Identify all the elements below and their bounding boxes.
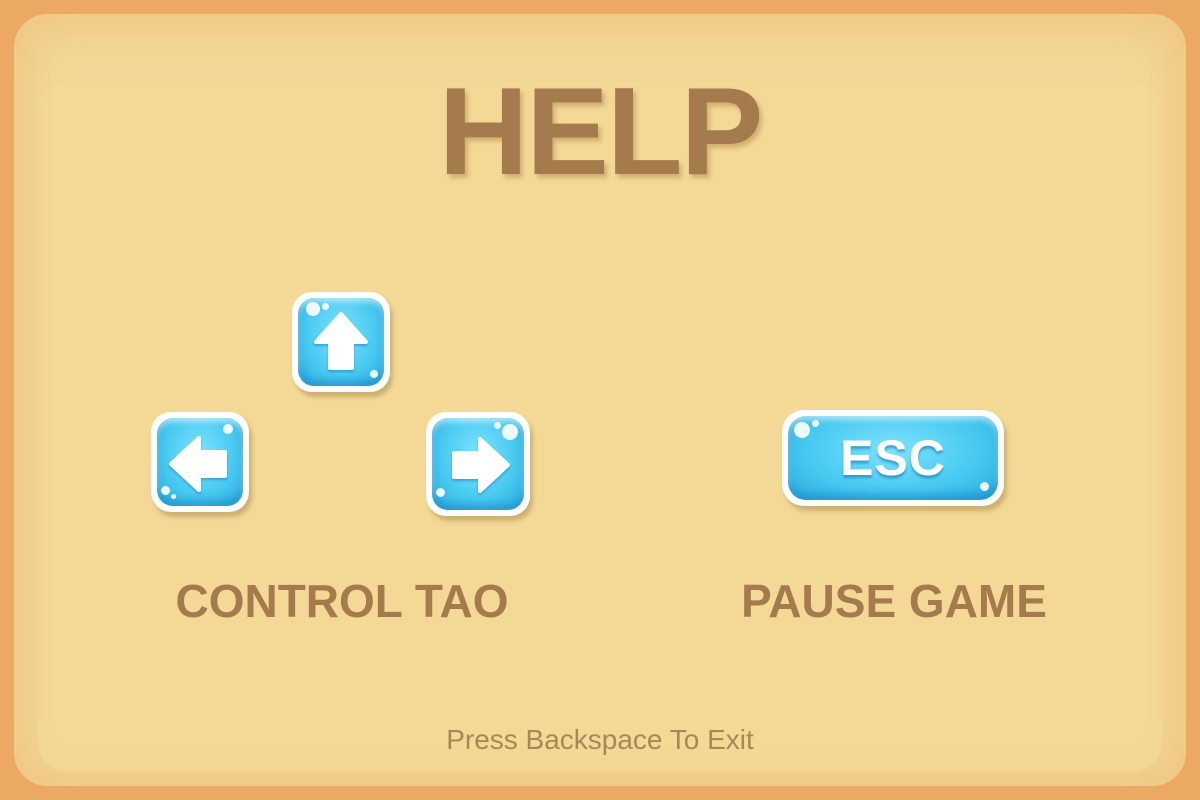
esc-key: ESC (782, 410, 1004, 506)
arrow-up-icon (314, 312, 368, 370)
arrow-left-icon (169, 436, 227, 492)
exit-hint: Press Backspace To Exit (446, 724, 754, 755)
page-title: HELP (438, 63, 764, 201)
control-tao-caption: CONTROL TAO (175, 575, 509, 627)
arrow-right-icon (452, 437, 510, 493)
screen-frame: HELP ESC CONTROL TAO PAUSE GAME Press Ba… (0, 0, 1200, 800)
right-arrow-key (426, 412, 530, 516)
esc-key-label: ESC (840, 430, 946, 486)
up-arrow-key (292, 292, 390, 392)
pause-game-caption: PAUSE GAME (741, 575, 1047, 627)
left-arrow-key (151, 412, 249, 512)
